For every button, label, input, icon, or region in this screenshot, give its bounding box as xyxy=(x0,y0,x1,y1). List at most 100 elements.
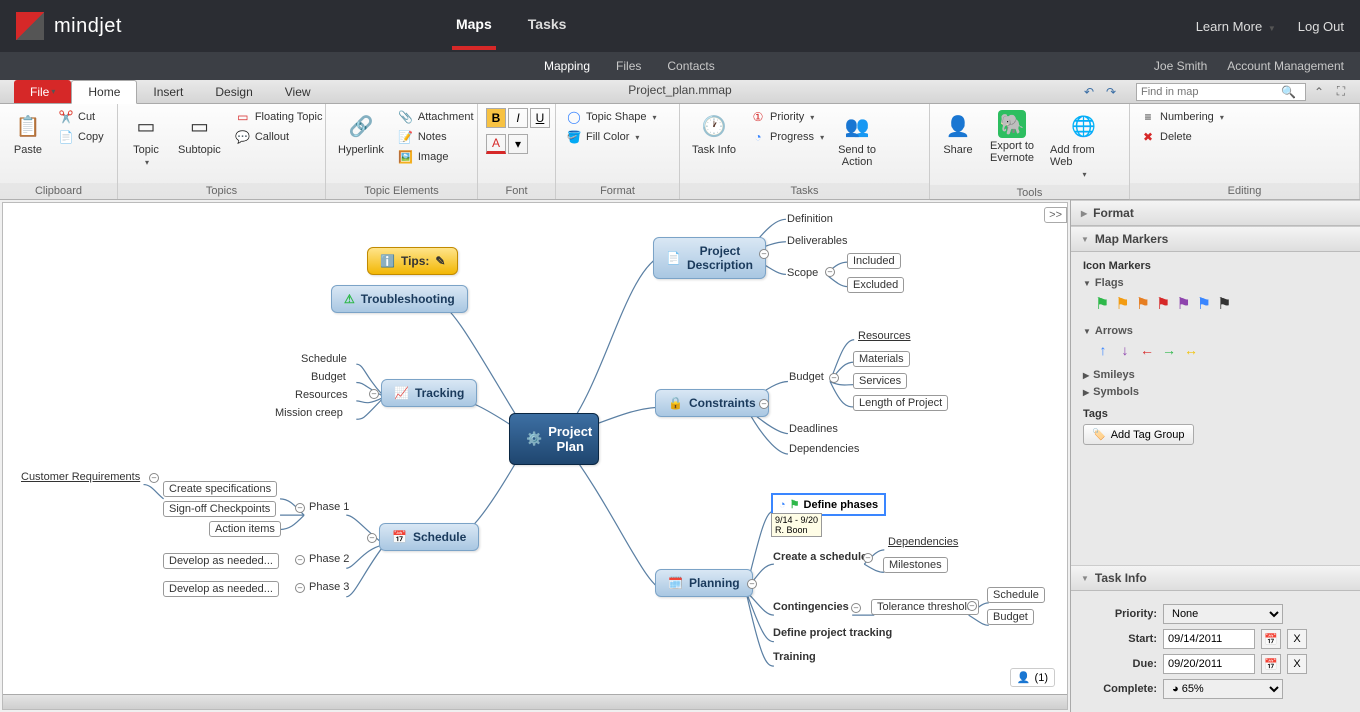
expander[interactable]: – xyxy=(369,389,379,399)
flag-marker[interactable]: ⚑ xyxy=(1115,294,1129,314)
expander[interactable]: – xyxy=(825,267,835,277)
start-date-picker[interactable]: 📅 xyxy=(1261,629,1281,649)
task-info-panel-header[interactable]: ▼Task Info xyxy=(1071,565,1360,591)
nav-maps[interactable]: Maps xyxy=(452,2,496,50)
assignee-badge[interactable]: 👤 (1) xyxy=(1010,668,1055,687)
home-tab[interactable]: Home xyxy=(71,80,137,104)
priority-select[interactable]: None xyxy=(1163,604,1283,624)
tracking-topic[interactable]: 📈 Tracking xyxy=(381,379,477,407)
flag-marker[interactable]: ⚑ xyxy=(1217,294,1231,314)
start-date-input[interactable] xyxy=(1163,629,1255,649)
copy-button[interactable]: 📄Copy xyxy=(56,128,106,146)
expander[interactable]: – xyxy=(295,583,305,593)
planning-child[interactable]: Training xyxy=(773,651,816,663)
planning-child[interactable]: Define project tracking xyxy=(773,627,892,639)
subnav-mapping[interactable]: Mapping xyxy=(544,59,590,73)
phase2-item[interactable]: Develop as needed... xyxy=(163,553,279,569)
current-user[interactable]: Joe Smith xyxy=(1154,59,1207,73)
format-panel-header[interactable]: ▶Format xyxy=(1071,200,1360,226)
due-date-input[interactable] xyxy=(1163,654,1255,674)
schedule-sub[interactable]: Dependencies xyxy=(883,535,963,549)
expander[interactable]: – xyxy=(759,399,769,409)
pd-scope-child[interactable]: Included xyxy=(847,253,901,269)
logout-link[interactable]: Log Out xyxy=(1298,19,1344,34)
subtopic-button[interactable]: ▭Subtopic xyxy=(174,108,225,158)
export-evernote-button[interactable]: 🐘Export to Evernote xyxy=(986,108,1038,166)
view-tab[interactable]: View xyxy=(269,80,327,103)
phase1-item[interactable]: Sign-off Checkpoints xyxy=(163,501,276,517)
expander[interactable]: – xyxy=(967,601,977,611)
pd-child[interactable]: Definition xyxy=(787,213,833,225)
pd-child[interactable]: Scope xyxy=(787,267,818,279)
due-date-picker[interactable]: 📅 xyxy=(1261,654,1281,674)
flag-marker[interactable]: ⚑ xyxy=(1136,294,1150,314)
symbols-group[interactable]: ▶Symbols xyxy=(1083,386,1348,398)
tracking-child[interactable]: Mission creep xyxy=(275,407,343,419)
font-color-dropdown[interactable]: ▾ xyxy=(508,134,528,154)
tracking-child[interactable]: Schedule xyxy=(301,353,347,365)
share-button[interactable]: 👤Share xyxy=(938,108,978,158)
constraints-child[interactable]: Budget xyxy=(789,371,824,383)
planning-topic[interactable]: 🗓️ Planning xyxy=(655,569,753,597)
budget-child[interactable]: Resources xyxy=(853,329,916,343)
flags-group[interactable]: ▼Flags xyxy=(1083,277,1348,289)
customer-requirements[interactable]: Customer Requirements xyxy=(21,471,140,483)
arrow-marker[interactable]: ↓ xyxy=(1117,342,1133,358)
arrow-marker[interactable]: ↔ xyxy=(1183,342,1199,358)
bold-button[interactable]: B xyxy=(486,108,506,128)
pd-child[interactable]: Deliverables xyxy=(787,235,848,247)
add-from-web-button[interactable]: 🌐Add from Web▾ xyxy=(1046,108,1121,181)
account-management-link[interactable]: Account Management xyxy=(1227,59,1344,73)
expander[interactable]: – xyxy=(295,555,305,565)
expander[interactable]: – xyxy=(295,503,305,513)
schedule-phase[interactable]: Phase 3 xyxy=(309,581,349,593)
design-tab[interactable]: Design xyxy=(199,80,268,103)
project-description-topic[interactable]: 📄 ProjectDescription xyxy=(653,237,766,279)
smileys-group[interactable]: ▶Smileys xyxy=(1083,369,1348,381)
flag-marker[interactable]: ⚑ xyxy=(1176,294,1190,314)
arrows-group[interactable]: ▼Arrows xyxy=(1083,325,1348,337)
constraints-topic[interactable]: 🔒 Constraints xyxy=(655,389,769,417)
planning-child[interactable]: Create a schedule xyxy=(773,551,867,563)
schedule-phase[interactable]: Phase 1 xyxy=(309,501,349,513)
phase3-item[interactable]: Develop as needed... xyxy=(163,581,279,597)
contingency-gc[interactable]: Budget xyxy=(987,609,1034,625)
nav-tasks[interactable]: Tasks xyxy=(524,2,571,50)
topic-shape-button[interactable]: ◯Topic Shape▾ xyxy=(564,108,659,126)
tracking-child[interactable]: Budget xyxy=(311,371,346,383)
fill-color-button[interactable]: 🪣Fill Color▾ xyxy=(564,128,659,146)
send-to-action-button[interactable]: 👥Send to Action xyxy=(834,108,880,170)
topic-button[interactable]: ▭Topic▾ xyxy=(126,108,166,169)
progress-button[interactable]: ◔Progress▾ xyxy=(748,128,826,146)
file-tab[interactable]: File ▾ xyxy=(14,80,71,103)
planning-child[interactable]: Contingencies xyxy=(773,601,849,613)
learn-more-link[interactable]: Learn More ▼ xyxy=(1196,19,1276,34)
flag-marker[interactable]: ⚑ xyxy=(1156,294,1170,314)
tracking-child[interactable]: Resources xyxy=(295,389,348,401)
notes-button[interactable]: 📝Notes xyxy=(396,128,476,146)
collapse-side-panel-button[interactable]: >> xyxy=(1044,207,1067,223)
phase1-item[interactable]: Action items xyxy=(209,521,281,537)
start-date-clear[interactable]: X xyxy=(1287,629,1307,649)
search-input[interactable] xyxy=(1141,86,1281,98)
contingency-sub[interactable]: Tolerance threshold xyxy=(871,599,979,615)
tips-topic[interactable]: ℹ️ Tips: ✎ xyxy=(367,247,458,275)
map-canvas[interactable]: >> xyxy=(2,202,1068,710)
constraints-child[interactable]: Dependencies xyxy=(789,443,859,455)
expander[interactable]: – xyxy=(863,553,873,563)
expander[interactable]: – xyxy=(829,373,839,383)
paste-button[interactable]: 📋Paste xyxy=(8,108,48,158)
expander[interactable]: – xyxy=(367,533,377,543)
numbering-button[interactable]: ≡Numbering▾ xyxy=(1138,108,1226,126)
callout-button[interactable]: 💬Callout xyxy=(233,128,325,146)
subnav-files[interactable]: Files xyxy=(616,59,641,73)
budget-child[interactable]: Length of Project xyxy=(853,395,948,411)
delete-button[interactable]: ✖Delete xyxy=(1138,128,1226,146)
cut-button[interactable]: ✂️Cut xyxy=(56,108,106,126)
underline-button[interactable]: U xyxy=(530,108,550,128)
flag-marker[interactable]: ⚑ xyxy=(1095,294,1109,314)
flag-marker[interactable]: ⚑ xyxy=(1197,294,1211,314)
budget-child[interactable]: Materials xyxy=(853,351,910,367)
collapse-ribbon-button[interactable]: ⌃ xyxy=(1310,83,1328,101)
expander[interactable]: – xyxy=(759,249,769,259)
